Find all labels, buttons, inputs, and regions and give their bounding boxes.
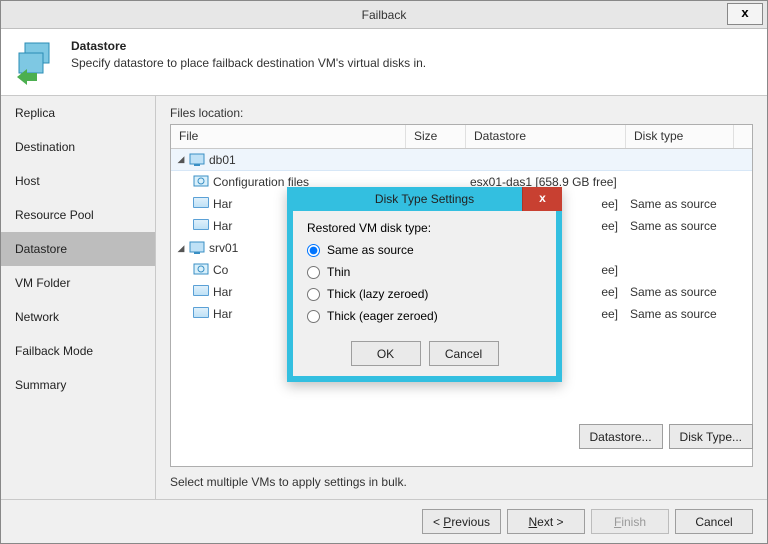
wizard-steps-sidebar: Replica Destination Host Resource Pool D… [1, 96, 156, 499]
radio-input[interactable] [307, 266, 320, 279]
previous-button[interactable]: < Previous [422, 509, 501, 534]
vm-icon [189, 241, 205, 255]
failback-wizard-window: Failback x Datastore Specify datastore t… [0, 0, 768, 544]
col-file[interactable]: File [171, 125, 406, 148]
next-button[interactable]: Next > [507, 509, 585, 534]
sidebar-item-failback-mode[interactable]: Failback Mode [1, 334, 155, 368]
cell-disk-type: Same as source [626, 283, 734, 301]
expand-icon[interactable]: ◢ [175, 243, 187, 254]
sidebar-item-summary[interactable]: Summary [1, 368, 155, 402]
header-subtitle: Specify datastore to place failback dest… [71, 56, 426, 70]
sidebar-item-vm-folder[interactable]: VM Folder [1, 266, 155, 300]
header-title: Datastore [71, 39, 426, 53]
dialog-close-button[interactable]: x [522, 187, 562, 211]
window-title: Failback [362, 8, 407, 22]
vm-row-db01[interactable]: ◢ db01 [171, 149, 752, 171]
expand-icon[interactable]: ◢ [175, 154, 187, 165]
radio-label: Thick (eager zeroed) [327, 309, 438, 323]
dialog-title: Disk Type Settings [375, 192, 474, 206]
radio-label: Same as source [327, 243, 414, 257]
cell-disk-type: Same as source [626, 217, 734, 235]
hard-disk-icon [193, 219, 209, 233]
disk-type-settings-dialog: Disk Type Settings x Restored VM disk ty… [287, 187, 562, 382]
titlebar: Failback x [1, 1, 767, 29]
dialog-cancel-button[interactable]: Cancel [429, 341, 499, 366]
dialog-titlebar: Disk Type Settings x [287, 187, 562, 211]
wizard-header: Datastore Specify datastore to place fai… [1, 29, 767, 96]
window-close-button[interactable]: x [727, 3, 763, 25]
config-icon [193, 263, 209, 277]
files-location-label: Files location: [170, 106, 753, 120]
disk-type-button[interactable]: Disk Type... [669, 424, 753, 449]
sidebar-item-replica[interactable]: Replica [1, 96, 155, 130]
hard-disk-icon [193, 197, 209, 211]
finish-button: Finish [591, 509, 669, 534]
col-size[interactable]: Size [406, 125, 466, 148]
col-disk-type[interactable]: Disk type [626, 125, 734, 148]
dialog-label: Restored VM disk type: [307, 221, 542, 235]
sidebar-item-host[interactable]: Host [1, 164, 155, 198]
sidebar-item-resource-pool[interactable]: Resource Pool [1, 198, 155, 232]
datastore-button[interactable]: Datastore... [579, 424, 663, 449]
cell-file: Har [213, 219, 232, 233]
cell-file: Co [213, 263, 228, 277]
wizard-footer: < Previous Next > Finish Cancel [1, 499, 767, 543]
bulk-hint: Select multiple VMs to apply settings in… [170, 475, 753, 489]
cell-disk-type: Same as source [626, 305, 734, 323]
radio-input[interactable] [307, 288, 320, 301]
radio-input[interactable] [307, 244, 320, 257]
datastore-hero-icon [13, 39, 61, 87]
config-icon [193, 175, 209, 189]
sidebar-item-datastore[interactable]: Datastore [1, 232, 155, 266]
cell-file: Har [213, 285, 232, 299]
radio-label: Thick (lazy zeroed) [327, 287, 428, 301]
cancel-button[interactable]: Cancel [675, 509, 753, 534]
cell-file: Har [213, 197, 232, 211]
cell-file: srv01 [209, 241, 238, 255]
radio-thick-lazy[interactable]: Thick (lazy zeroed) [307, 283, 542, 305]
radio-input[interactable] [307, 310, 320, 323]
sidebar-item-destination[interactable]: Destination [1, 130, 155, 164]
cell-disk-type: Same as source [626, 195, 734, 213]
radio-thin[interactable]: Thin [307, 261, 542, 283]
sidebar-item-network[interactable]: Network [1, 300, 155, 334]
hard-disk-icon [193, 285, 209, 299]
radio-same-as-source[interactable]: Same as source [307, 239, 542, 261]
grid-header: File Size Datastore Disk type [171, 125, 752, 149]
vm-icon [189, 153, 205, 167]
dialog-ok-button[interactable]: OK [351, 341, 421, 366]
col-datastore[interactable]: Datastore [466, 125, 626, 148]
radio-label: Thin [327, 265, 350, 279]
cell-file: Har [213, 307, 232, 321]
hard-disk-icon [193, 307, 209, 321]
radio-thick-eager[interactable]: Thick (eager zeroed) [307, 305, 542, 327]
cell-file: db01 [209, 153, 236, 167]
